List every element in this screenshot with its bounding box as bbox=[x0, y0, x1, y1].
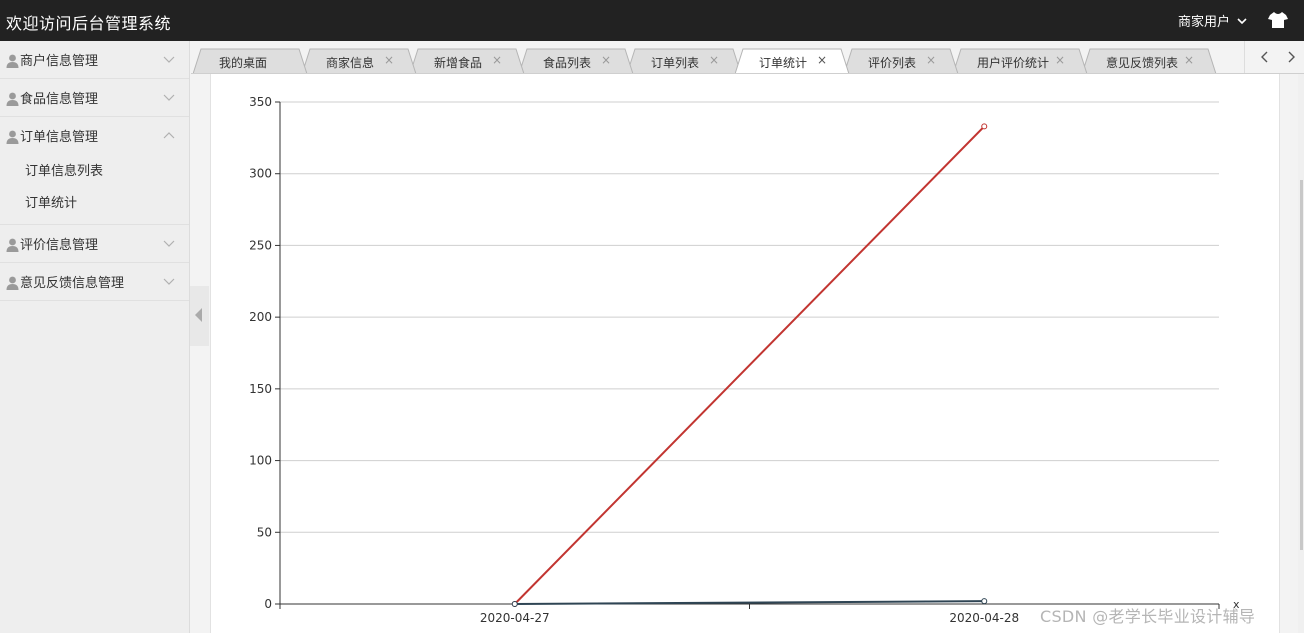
chevron-down-icon bbox=[163, 94, 175, 101]
sidebar-group-label: 食品信息管理 bbox=[20, 92, 99, 107]
sidebar-group-header[interactable]: 意见反馈信息管理 bbox=[0, 263, 189, 300]
tab[interactable]: 食品列表 × bbox=[519, 48, 635, 73]
close-icon[interactable]: × bbox=[709, 53, 719, 67]
tab-scroll-left-icon[interactable] bbox=[1259, 50, 1271, 64]
close-icon[interactable]: × bbox=[601, 53, 611, 67]
tab-label: 意见反馈列表 bbox=[1106, 56, 1179, 70]
scrollbar-thumb[interactable] bbox=[1300, 180, 1303, 550]
tab[interactable]: 用户评价统计 × bbox=[953, 48, 1089, 73]
chevron-down-icon bbox=[163, 278, 175, 285]
user-icon bbox=[6, 92, 19, 106]
sidebar-group-header[interactable]: 订单信息管理 bbox=[0, 117, 189, 154]
tab-label: 商家信息 bbox=[326, 56, 375, 70]
sidebar-group-label: 意见反馈信息管理 bbox=[20, 276, 125, 291]
tab[interactable]: 意见反馈列表 × bbox=[1082, 48, 1218, 73]
tab-scroll-right-icon[interactable] bbox=[1285, 50, 1297, 64]
top-header: 欢迎访问后台管理系统 商家用户 bbox=[0, 0, 1304, 41]
user-icon bbox=[6, 130, 19, 144]
tab[interactable]: 新增食品 × bbox=[410, 48, 526, 73]
user-menu[interactable]: 商家用户 bbox=[1178, 11, 1248, 30]
sidebar-submenu: 订单信息列表 订单统计 bbox=[0, 154, 189, 224]
tab[interactable]: 订单统计 × bbox=[735, 48, 851, 73]
tab-label: 订单列表 bbox=[651, 56, 700, 70]
sidebar-group: 食品信息管理 bbox=[0, 79, 189, 117]
y-tick-label: 50 bbox=[257, 525, 272, 539]
tab-nav bbox=[1244, 41, 1304, 73]
sidebar-group: 订单信息管理订单信息列表 订单统计 bbox=[0, 117, 189, 225]
user-menu-label: 商家用户 bbox=[1177, 15, 1230, 30]
tab[interactable]: 评价列表 × bbox=[844, 48, 960, 73]
app-title: 欢迎访问后台管理系统 bbox=[6, 14, 172, 33]
sidebar-group-label: 商户信息管理 bbox=[20, 54, 99, 69]
y-tick-label: 200 bbox=[249, 310, 272, 324]
theme-shirt-icon[interactable] bbox=[1268, 11, 1288, 29]
tab-label: 我的桌面 bbox=[219, 56, 268, 70]
tab[interactable]: 我的桌面 bbox=[193, 48, 309, 73]
tab[interactable]: 订单列表 × bbox=[627, 48, 743, 73]
tab[interactable]: 商家信息 × bbox=[302, 48, 418, 73]
tab-label: 食品列表 bbox=[543, 56, 592, 70]
y-tick-label: 150 bbox=[249, 382, 272, 396]
order-stat-chart: 0 50 100 150 200 250 300 350 2020-04-27 2020-04-2… bbox=[249, 95, 1240, 625]
close-icon[interactable]: × bbox=[384, 53, 394, 67]
sidebar-item[interactable]: 订单统计 bbox=[0, 188, 189, 220]
chevron-up-icon bbox=[163, 132, 175, 139]
close-icon[interactable]: × bbox=[817, 53, 827, 67]
caret-left-icon bbox=[195, 308, 202, 322]
tab-bar: 我的桌面 商家信息 × 新增食品 × 食品列表 × 订单列表 × 订单统计 × 评价列表 × 用户评价统计… bbox=[191, 41, 1304, 74]
x-tick-label: 2020-04-28 bbox=[949, 611, 1019, 625]
data-point bbox=[981, 123, 988, 130]
data-point bbox=[981, 598, 988, 605]
y-tick-label: 300 bbox=[249, 167, 272, 181]
sidebar-group-header[interactable]: 评价信息管理 bbox=[0, 225, 189, 262]
sidebar-group-header[interactable]: 商户信息管理 bbox=[0, 41, 189, 78]
user-icon bbox=[6, 238, 19, 252]
tab-label: 新增食品 bbox=[434, 56, 483, 70]
sidebar-collapse-handle[interactable] bbox=[190, 286, 209, 346]
watermark: CSDN @老学长毕业设计辅导 bbox=[1040, 607, 1256, 626]
sidebar-group: 评价信息管理 bbox=[0, 225, 189, 263]
tab-label: 用户评价统计 bbox=[977, 56, 1050, 70]
y-tick-label: 350 bbox=[249, 95, 272, 109]
tab-label: 订单统计 bbox=[759, 56, 808, 70]
sidebar-item[interactable]: 订单信息列表 bbox=[0, 156, 189, 188]
content-panel: 0 50 100 150 200 250 300 350 2020-04-27 2020-04-2… bbox=[210, 74, 1280, 633]
chevron-down-icon bbox=[163, 240, 175, 247]
close-icon[interactable]: × bbox=[1184, 53, 1194, 67]
data-point bbox=[511, 601, 518, 607]
close-icon[interactable]: × bbox=[1055, 53, 1065, 67]
user-icon bbox=[6, 54, 19, 68]
x-tick-label: 2020-04-27 bbox=[480, 611, 550, 625]
y-tick-label: 250 bbox=[249, 238, 272, 252]
sidebar-group: 商户信息管理 bbox=[0, 41, 189, 79]
sidebar-group: 意见反馈信息管理 bbox=[0, 263, 189, 301]
chevron-down-icon bbox=[163, 56, 175, 63]
sidebar: 商户信息管理 食品信息管理 订单信息管理订单信息列表 订单统计评价信息管理意见反馈信息… bbox=[0, 41, 190, 633]
user-icon bbox=[6, 276, 19, 290]
y-tick-label: 0 bbox=[264, 597, 272, 611]
tab-label: 评价列表 bbox=[868, 56, 917, 70]
sidebar-group-label: 评价信息管理 bbox=[20, 238, 99, 253]
close-icon[interactable]: × bbox=[926, 53, 936, 67]
y-tick-label: 100 bbox=[249, 454, 272, 468]
sidebar-group-header[interactable]: 食品信息管理 bbox=[0, 79, 189, 116]
sidebar-group-label: 订单信息管理 bbox=[20, 130, 99, 145]
chevron-down-icon bbox=[1237, 17, 1247, 24]
close-icon[interactable]: × bbox=[492, 53, 502, 67]
